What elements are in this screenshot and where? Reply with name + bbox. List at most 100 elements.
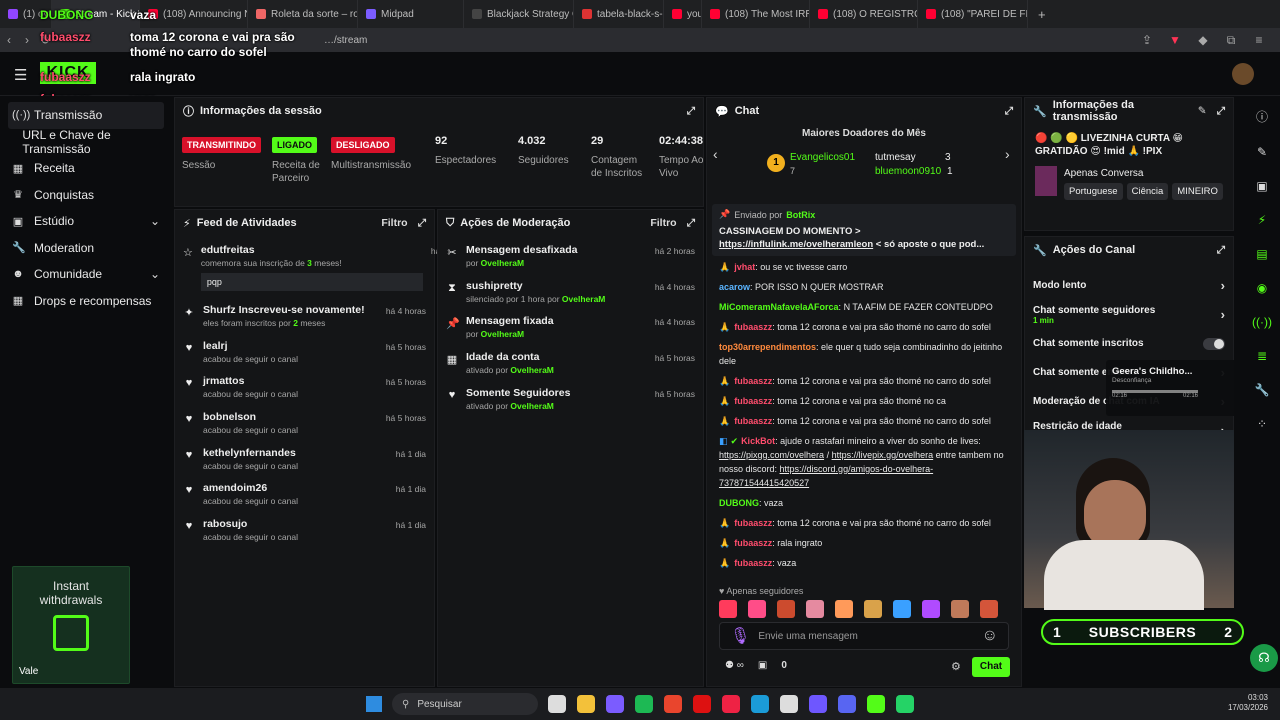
document-icon[interactable]: ▤ bbox=[1256, 247, 1267, 261]
feed-item[interactable]: ✦ Shurfz Inscreveu-se novamente! eles fora… bbox=[175, 304, 434, 340]
pencil-icon[interactable]: ✎ bbox=[1257, 145, 1267, 159]
taskbar-app-icon[interactable] bbox=[751, 695, 769, 713]
chat-username[interactable]: DUBONG bbox=[719, 498, 759, 508]
shield-icon[interactable]: ▼ bbox=[1166, 33, 1184, 48]
chat-message[interactable]: DUBONG: vaza bbox=[707, 496, 1023, 510]
send-chat-button[interactable]: Chat bbox=[972, 657, 1010, 677]
sidebar-item-7[interactable]: ▦ Drops e recompensas bbox=[0, 288, 172, 315]
edit-icon[interactable]: ✎ bbox=[1198, 105, 1207, 117]
subs-only-toggle[interactable] bbox=[1203, 337, 1225, 350]
donors-next-icon[interactable]: › bbox=[1005, 146, 1010, 162]
emote-icon[interactable] bbox=[806, 600, 824, 618]
wrench-icon[interactable]: 🔧 bbox=[1255, 383, 1270, 397]
points-icon[interactable]: ▣ bbox=[758, 660, 767, 671]
sidebar-item-3[interactable]: ♛ Conquistas bbox=[0, 182, 172, 209]
channel-action-item[interactable]: Chat somente inscritos bbox=[1025, 329, 1233, 358]
feed-filter-button[interactable]: Filtro bbox=[381, 217, 407, 229]
puzzle-icon[interactable]: ⧉ bbox=[1222, 33, 1240, 48]
grid-icon[interactable]: ▣ bbox=[1256, 179, 1267, 193]
taskbar-app-icon[interactable] bbox=[635, 695, 653, 713]
chat-icon[interactable]: ◉ bbox=[1257, 281, 1267, 295]
forward-icon[interactable]: › bbox=[18, 33, 36, 47]
emote-icon[interactable] bbox=[893, 600, 911, 618]
sidebar-item-5[interactable]: 🔧 Moderation bbox=[0, 235, 172, 262]
chat-message[interactable]: MiComeramNafavelaAForca: N TA AFIM DE FA… bbox=[707, 300, 1023, 314]
emote-icon[interactable] bbox=[719, 600, 737, 618]
bot-username[interactable]: KickBot bbox=[741, 436, 775, 446]
chat-message[interactable]: 🙏 fubaaszz: rala ingrato bbox=[707, 536, 1023, 550]
chat-message[interactable]: top30arrependimentos: ele quer q tudo se… bbox=[707, 340, 1023, 368]
feed-item[interactable]: ♥ amendoim26 acabou de seguir o canal há 1 … bbox=[175, 482, 434, 518]
taskbar-app-icon[interactable] bbox=[780, 695, 798, 713]
chat-message[interactable]: 🙏 fubaaszz: vaza bbox=[707, 556, 1023, 570]
chat-message[interactable]: 🙏 fubaaszz: toma 12 corona e vai pra são … bbox=[707, 320, 1023, 334]
feed-item[interactable]: ♥ rabosujo acabou de seguir o canal há 1 di… bbox=[175, 518, 434, 554]
moderation-item[interactable]: ♥ Somente Seguidores ativado por OvelheraM… bbox=[438, 387, 703, 423]
share-icon[interactable]: ⇪ bbox=[1138, 33, 1156, 48]
bot-link[interactable]: https://livepix.gg/ovelhera bbox=[832, 450, 934, 460]
browser-tab[interactable]: (108) The Most IRRITA bbox=[702, 0, 810, 28]
emote-icon[interactable] bbox=[951, 600, 969, 618]
chat-username[interactable]: fubaaszz bbox=[734, 396, 772, 406]
bot-link[interactable]: https://pixgg.com/ovelhera bbox=[719, 450, 824, 460]
stream-tag[interactable]: Ciência bbox=[1126, 183, 1169, 200]
taskbar-app-icon[interactable] bbox=[664, 695, 682, 713]
chat-username[interactable]: top30arrependimentos bbox=[719, 342, 816, 352]
settings-icon[interactable]: ⚙ bbox=[951, 660, 961, 673]
support-icon[interactable]: ☊ bbox=[1250, 644, 1278, 672]
chat-username[interactable]: fubaaszz bbox=[734, 558, 772, 568]
taskbar-app-icon[interactable] bbox=[693, 695, 711, 713]
browser-tab[interactable]: (108) "PAREI DE FING bbox=[918, 0, 1028, 28]
taskbar-app-icon[interactable] bbox=[548, 695, 566, 713]
info-icon[interactable]: ⓘ bbox=[1256, 108, 1268, 125]
chat-username[interactable]: jvhat bbox=[734, 262, 755, 272]
emote-icon[interactable] bbox=[748, 600, 766, 618]
chat-username[interactable]: fubaaszz bbox=[734, 376, 772, 386]
mic-icon[interactable]: 🎙 bbox=[730, 626, 750, 646]
chat-message[interactable]: 🙏 fubaaszz: toma 12 corona e vai pra são … bbox=[707, 414, 1023, 428]
popout-icon[interactable]: ⤢ bbox=[1005, 105, 1013, 118]
taskbar-app-icon[interactable] bbox=[722, 695, 740, 713]
browser-tab[interactable]: (108) O REGISTRO + bbox=[810, 0, 918, 28]
avatar[interactable] bbox=[1232, 63, 1254, 85]
moderation-item[interactable]: ✂ Mensagem desafixada por OvelheraM há 2 ho… bbox=[438, 244, 703, 280]
feed-item[interactable]: ♥ kethelynfernandes acabou de seguir o can… bbox=[175, 447, 434, 483]
chat-message[interactable]: 🙏 jvhat: ou se vc tivesse carro bbox=[707, 260, 1023, 274]
emote-icon[interactable] bbox=[835, 600, 853, 618]
pinned-link[interactable]: https://influlink.me/ovelheramleon bbox=[719, 239, 873, 250]
chat-message[interactable]: 🙏 fubaaszz: toma 12 corona e vai pra são … bbox=[707, 516, 1023, 530]
popout-icon[interactable]: ⤢ bbox=[687, 217, 695, 230]
chat-input[interactable]: 🎙 Envie uma mensagem ☺ bbox=[719, 622, 1009, 650]
moderation-item[interactable]: ▦ Idade da conta ativado por OvelheraM há 5… bbox=[438, 351, 703, 387]
emote-icon[interactable] bbox=[864, 600, 882, 618]
taskbar-app-icon[interactable] bbox=[809, 695, 827, 713]
pinned-message[interactable]: 📌 Enviado por BotRix CASSINAGEM DO MOMEN… bbox=[712, 204, 1016, 256]
sidebar-item-1[interactable]: URL e Chave de Transmissão bbox=[0, 128, 172, 156]
sidebar-item-4[interactable]: ▣ Estúdio ⌄ bbox=[0, 208, 172, 235]
chat-username[interactable]: fubaaszz bbox=[734, 322, 772, 332]
hamburger-icon[interactable]: ☰ bbox=[14, 66, 27, 84]
taskbar-app-icon[interactable] bbox=[867, 695, 885, 713]
new-tab-icon[interactable]: + bbox=[1028, 7, 1056, 22]
back-icon[interactable]: ‹ bbox=[0, 33, 18, 47]
popout-icon[interactable]: ⤢ bbox=[687, 105, 695, 118]
emote-icon[interactable] bbox=[922, 600, 940, 618]
bolt-icon[interactable]: ⚡ bbox=[1258, 213, 1266, 227]
sidebar-item-6[interactable]: ☻ Comunidade ⌄ bbox=[0, 261, 172, 288]
channel-action-item[interactable]: Modo lento › bbox=[1025, 271, 1233, 300]
popout-icon[interactable]: ⤢ bbox=[1217, 244, 1225, 257]
extensions-icon[interactable]: ◆ bbox=[1194, 33, 1212, 48]
chat-message[interactable]: acarow: POR ISSO N QUER MOSTRAR bbox=[707, 280, 1023, 294]
popout-icon[interactable]: ⤢ bbox=[1217, 105, 1225, 118]
dots-icon[interactable]: ⁘ bbox=[1257, 417, 1267, 431]
chat-username[interactable]: fubaaszz bbox=[734, 416, 772, 426]
windows-start-icon[interactable] bbox=[366, 696, 382, 712]
chat-username[interactable]: MiComeramNafavelaAForca bbox=[719, 302, 839, 312]
browser-tab[interactable]: youtube bbox=[664, 0, 702, 28]
chat-username[interactable]: acarow bbox=[719, 282, 750, 292]
sidebar-item-2[interactable]: ▦ Receita bbox=[0, 155, 172, 182]
moderation-item[interactable]: ⧗ sushipretty silenciado por 1 hora por Ov… bbox=[438, 280, 703, 316]
browser-tab[interactable]: tabela-black-s-11.11. bbox=[574, 0, 664, 28]
list-icon[interactable]: ≣ bbox=[1257, 349, 1267, 363]
moderation-item[interactable]: 📌 Mensagem fixada por OvelheraM há 4 horas bbox=[438, 315, 703, 351]
